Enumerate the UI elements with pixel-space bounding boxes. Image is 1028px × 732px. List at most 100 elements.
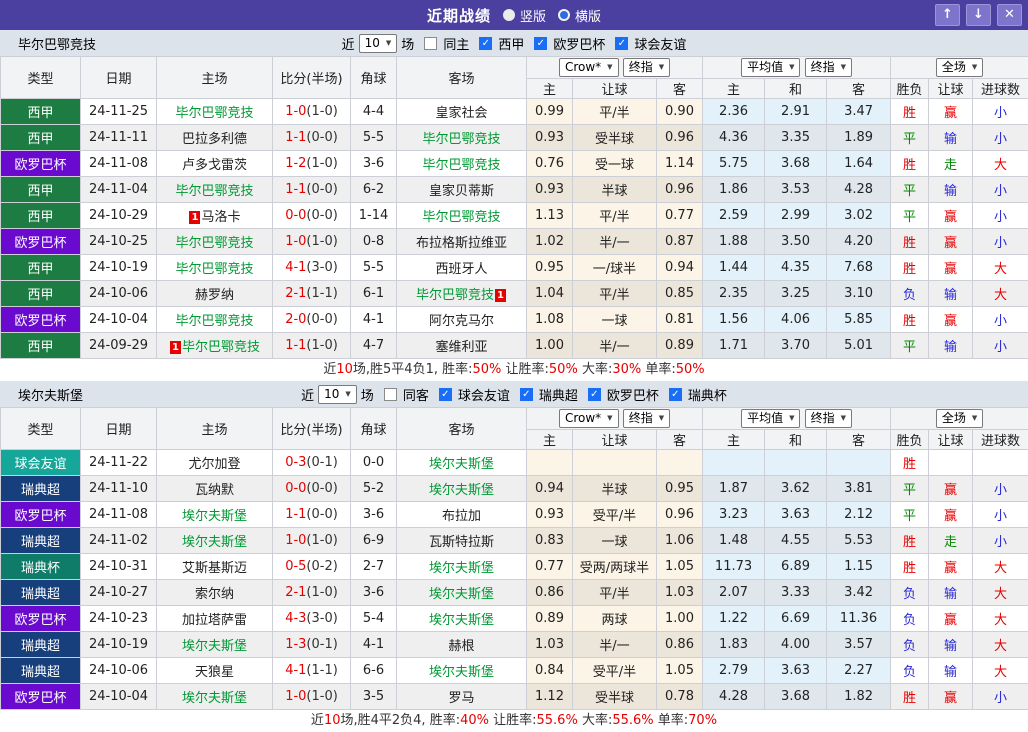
- match-date: 24-10-23: [80, 605, 157, 632]
- move-down-icon[interactable]: ↓: [966, 4, 991, 26]
- team-label: 瓦纳默: [194, 483, 234, 498]
- halftime-score: (0-0): [306, 507, 338, 522]
- home-team: 卢多戈雷茨: [156, 150, 273, 177]
- table-row: 瑞典超 24-11-10 瓦纳默 0-0(0-0) 5-2 埃尔夫斯堡 0.94 半球 0.95…: [0, 475, 1028, 502]
- team-label: 皇家贝蒂斯: [428, 184, 494, 199]
- average-odds-cell: 3.62: [764, 475, 828, 502]
- league-filter-label: 瑞典超: [538, 388, 578, 404]
- average-odds-cell: 1.83: [702, 631, 766, 658]
- bookmaker-odds-cell: 受平/半: [572, 657, 657, 684]
- final-odds-select-2[interactable]: 终指 ▼: [804, 409, 853, 428]
- average-odds-cell: 2.12: [826, 501, 892, 528]
- score-cell: 1-1(0-0): [272, 501, 351, 528]
- bookmaker-odds-cell: 0.93: [526, 501, 573, 528]
- same-venue-checkbox[interactable]: [424, 36, 438, 50]
- match-date: 24-10-25: [80, 228, 157, 255]
- window-title: 近期战绩: [426, 6, 491, 25]
- final-odds-select-2-value: 终指: [810, 411, 835, 425]
- team-label: 索尔纳: [194, 587, 234, 602]
- average-select[interactable]: 平均值 ▼: [741, 409, 801, 428]
- away-team: 布拉格斯拉维亚: [396, 228, 527, 255]
- average-select[interactable]: 平均值 ▼: [741, 58, 801, 77]
- average-odds-cell: [764, 449, 828, 476]
- team-label: 布拉格斯拉维亚: [415, 236, 507, 251]
- results-table: 类型 日期 主场 比分(半场) 角球 客场 Crow* ▼ 终指 ▼ 平均值 ▼ 终指 ▼ 全场 ▼ 主让球…: [0, 407, 1028, 710]
- scope-select[interactable]: 全场 ▼: [935, 409, 984, 428]
- bookmaker-odds-cell: 0.83: [526, 527, 573, 554]
- final-odds-select[interactable]: 终指 ▼: [622, 409, 671, 428]
- average-odds-cell: 3.02: [826, 202, 892, 229]
- score-cell: 2-1(1-1): [272, 280, 351, 307]
- outcome-cell: 平: [890, 124, 930, 151]
- table-row: 欧罗巴杯 24-10-04 毕尔巴鄂竞技 2-0(0-0) 4-1 阿尔克马尔 1.08 一球…: [0, 306, 1028, 333]
- team-label: 艾斯基斯迈: [181, 561, 247, 576]
- layout-radio-2[interactable]: [558, 9, 570, 21]
- average-odds-cell: 1.44: [702, 254, 766, 281]
- table-row: 瑞典超 24-11-02 埃尔夫斯堡 1-0(1-0) 6-9 瓦斯特拉斯 0.83 一球 1.…: [0, 527, 1028, 554]
- final-odds-select[interactable]: 终指 ▼: [622, 58, 671, 77]
- average-odds-cell: 6.69: [764, 605, 828, 632]
- outcome-cell: 平: [890, 475, 930, 502]
- average-odds-cell: 4.20: [826, 228, 892, 255]
- table-header-group-row: 类型 日期 主场 比分(半场) 角球 客场 Crow* ▼ 终指 ▼ 平均值 ▼ 终指 ▼ 全场 ▼: [0, 56, 1028, 99]
- bookmaker-odds-cell: 半/一: [572, 228, 657, 255]
- league-filter-checkbox-2[interactable]: ✓: [519, 387, 533, 401]
- corner-count: 6-1: [350, 280, 397, 307]
- move-up-icon[interactable]: ↑: [935, 4, 960, 26]
- league-badge: 瑞典杯: [0, 553, 81, 580]
- recent-count-select[interactable]: 10 ▼: [358, 33, 398, 53]
- league-badge: 西甲: [0, 254, 81, 281]
- bookmaker-odds-cell: 半/一: [572, 631, 657, 658]
- league-filter-checkbox-3[interactable]: ✓: [615, 36, 629, 50]
- chevron-down-icon: ▼: [971, 414, 978, 422]
- scope-select-value: 全场: [941, 60, 966, 74]
- column-header: 日期: [80, 56, 157, 99]
- average-odds-cell: 1.15: [826, 553, 892, 580]
- bookmaker-select[interactable]: Crow* ▼: [558, 409, 619, 428]
- league-filter-checkbox-1[interactable]: ✓: [438, 387, 452, 401]
- table-row: 欧罗巴杯 24-10-25 毕尔巴鄂竞技 1-0(1-0) 0-8 布拉格斯拉维亚 1.02…: [0, 228, 1028, 255]
- league-filter-checkbox-4[interactable]: ✓: [668, 387, 682, 401]
- bookmaker-odds-cell: [526, 449, 573, 476]
- same-venue-checkbox[interactable]: [383, 387, 397, 401]
- recent-count-select[interactable]: 10 ▼: [318, 384, 357, 404]
- average-odds-cell: 3.25: [764, 280, 828, 307]
- home-team: 埃尔夫斯堡: [156, 501, 273, 528]
- team-label: 塞维利亚: [435, 340, 488, 355]
- league-filter-checkbox-2[interactable]: ✓: [534, 36, 548, 50]
- matches-label: 场: [360, 388, 374, 404]
- scope-select[interactable]: 全场 ▼: [935, 58, 984, 77]
- halftime-score: (1-0): [306, 338, 338, 353]
- corner-count: 2-7: [350, 553, 397, 580]
- team-label: 瓦斯特拉斯: [428, 535, 494, 550]
- league-filter-checkbox-3[interactable]: ✓: [587, 387, 601, 401]
- final-odds-select-2[interactable]: 终指 ▼: [804, 58, 853, 77]
- score-cell: 1-1(1-0): [272, 332, 351, 359]
- league-filter-checkbox-1[interactable]: ✓: [479, 36, 493, 50]
- match-date: 24-10-04: [80, 683, 157, 710]
- close-icon[interactable]: ✕: [997, 4, 1022, 26]
- bookmaker-odds-cell: 0.94: [655, 254, 704, 281]
- average-odds-cell: 3.10: [826, 280, 892, 307]
- layout-radio-1[interactable]: [502, 9, 515, 21]
- team-label: 埃尔夫斯堡: [428, 483, 494, 498]
- team-label: 卢多戈雷茨: [181, 158, 247, 173]
- halftime-score: (0-2): [306, 559, 338, 574]
- results-section-1: 毕尔巴鄂竞技近 10 ▼ 场同主 ✓ 西甲 ✓ 欧罗巴杯 ✓ 球会友谊 类型 日期 主场 比分(半场) 角球…: [0, 30, 1028, 381]
- fulltime-score: 0-5: [285, 559, 307, 574]
- score-cell: 0-3(0-1): [272, 449, 351, 476]
- corner-count: 5-5: [350, 254, 397, 281]
- score-cell: 0-5(0-2): [272, 553, 351, 580]
- bookmaker-odds-cell: 1.00: [526, 332, 573, 359]
- team-label: 毕尔巴鄂竞技: [415, 288, 494, 303]
- handicap-result-cell: 赢: [928, 202, 974, 229]
- bookmaker-select[interactable]: Crow* ▼: [558, 58, 619, 77]
- results-sections: 毕尔巴鄂竞技近 10 ▼ 场同主 ✓ 西甲 ✓ 欧罗巴杯 ✓ 球会友谊 类型 日期 主场 比分(半场) 角球…: [0, 30, 1028, 732]
- table-row: 西甲 24-11-11 巴拉多利德 1-1(0-0) 5-5 毕尔巴鄂竞技 0.93 受半球 0…: [0, 124, 1028, 151]
- team-label: 布拉加: [441, 509, 481, 524]
- away-team: 毕尔巴鄂竞技: [396, 124, 527, 151]
- outcome-cell: 胜: [890, 449, 930, 476]
- average-odds-cell: 3.33: [764, 579, 828, 606]
- league-badge: 瑞典超: [0, 579, 81, 606]
- team-label: 埃尔夫斯堡: [428, 665, 494, 680]
